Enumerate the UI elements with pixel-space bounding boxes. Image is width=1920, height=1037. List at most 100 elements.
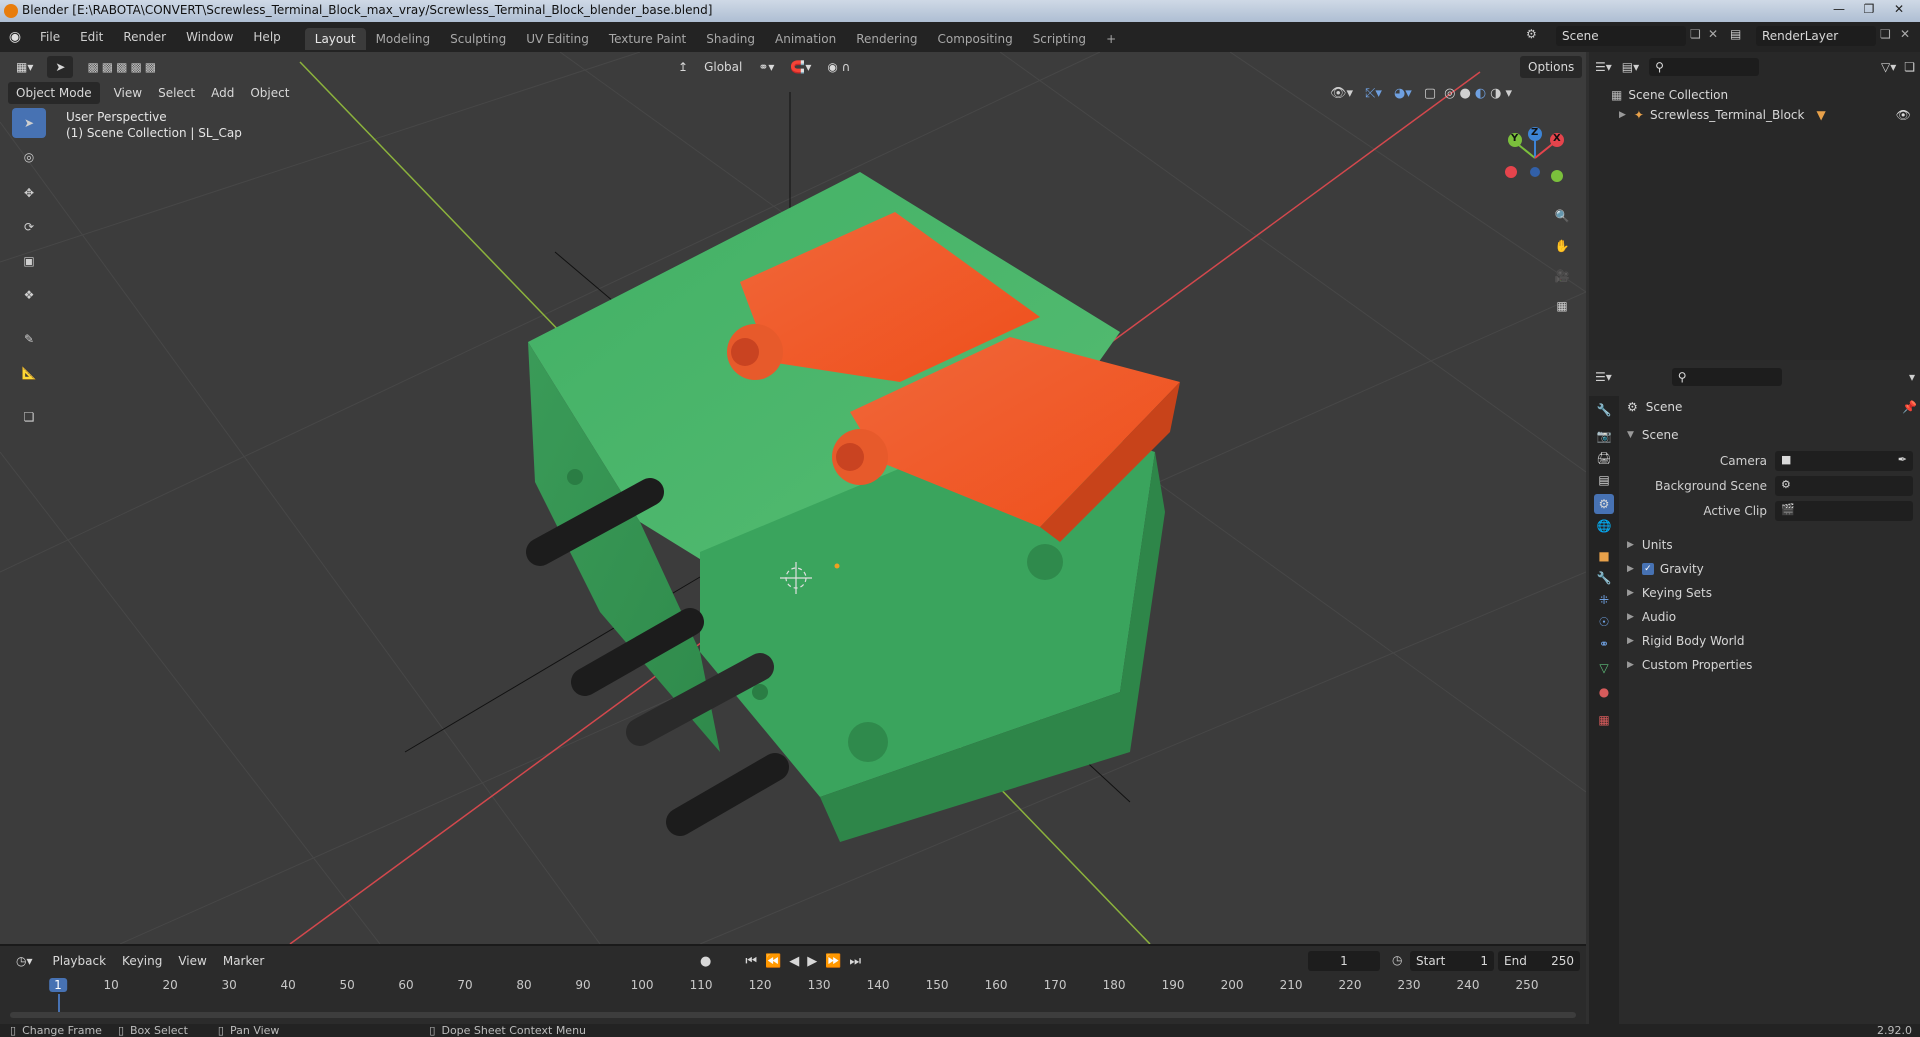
tab-shading[interactable]: Shading — [696, 28, 765, 50]
tab-modeling[interactable]: Modeling — [366, 28, 441, 50]
menu-edit[interactable]: Edit — [70, 24, 113, 50]
material-shading-icon[interactable]: ◐ — [1475, 86, 1486, 101]
tab-layout[interactable]: Layout — [304, 28, 366, 50]
data-tab[interactable]: ▽ — [1594, 658, 1614, 678]
scene-icon[interactable]: ⚙ — [1526, 27, 1537, 41]
tab-compositing[interactable]: Compositing — [927, 28, 1022, 50]
blender-menu-icon[interactable]: ◉ — [0, 29, 30, 45]
pin-icon[interactable]: 📌 — [1902, 400, 1917, 414]
active-clip-field[interactable]: 🎬 — [1775, 501, 1913, 521]
tool-annotate[interactable]: ✎ — [12, 324, 46, 354]
modifiers-tab[interactable]: 🔧 — [1594, 568, 1614, 588]
selection-mode-icons[interactable]: ▩▩▩▩▩ — [79, 56, 167, 78]
menu-window[interactable]: Window — [176, 24, 243, 50]
scene-tab[interactable]: ⚙ — [1594, 494, 1614, 514]
playhead-line[interactable] — [58, 994, 60, 1012]
tab-scripting[interactable]: Scripting — [1023, 28, 1096, 50]
camera-field[interactable]: ■ ✒ — [1775, 451, 1913, 471]
navigation-gizmo[interactable]: Y Z X — [1495, 118, 1575, 198]
rendered-shading-icon[interactable]: ◑ — [1490, 86, 1501, 101]
outliner-editor-type-icon[interactable]: ☰▾ — [1595, 60, 1612, 74]
rigid-body-world-panel-header[interactable]: ▶ Rigid Body World — [1627, 634, 1744, 648]
tool-tab[interactable]: 🔧 — [1594, 400, 1614, 420]
tool-measure[interactable]: 📐 — [12, 358, 46, 388]
menu-object[interactable]: Object — [242, 82, 297, 104]
properties-options-icon[interactable]: ▾ — [1909, 370, 1915, 384]
texture-tab[interactable]: ▦ — [1594, 710, 1614, 730]
timeline-editor[interactable]: ◷▾ Playback Keying View Marker ● ⏮ ⏪ ◀ ▶… — [0, 944, 1586, 1024]
outliner-editor[interactable]: ☰▾ ▤▾ ⚲ ▽▾ ❏ ▦ Scene Collection ▶ ✦ Scre… — [1589, 52, 1920, 360]
properties-editor-type-icon[interactable]: ☰▾ — [1595, 370, 1612, 384]
options-dropdown[interactable]: Options — [1520, 56, 1583, 78]
object-mode-dropdown[interactable]: Object Mode — [8, 82, 100, 104]
properties-search-input[interactable]: ⚲ — [1671, 368, 1782, 386]
render-layer-selector[interactable]: RenderLayer — [1756, 26, 1876, 46]
tool-rotate[interactable]: ⟳ — [12, 212, 46, 242]
filter-icon[interactable]: ▽▾ — [1881, 60, 1896, 74]
physics-tab[interactable]: ☉ — [1594, 612, 1614, 632]
menu-help[interactable]: Help — [243, 24, 290, 50]
solid-shading-icon[interactable]: ● — [1459, 86, 1470, 101]
minimize-button[interactable]: — — [1824, 0, 1854, 18]
new-render-layer-icon[interactable]: ❏ — [1880, 27, 1891, 41]
menu-render[interactable]: Render — [113, 24, 176, 50]
3d-viewport[interactable]: ▦▾ ➤ ▩▩▩▩▩ ↥ Global ⚭▾ 🧲▾ ◉ ∩ Options Ob… — [0, 52, 1586, 944]
gravity-checkbox[interactable]: ✓ — [1641, 563, 1654, 575]
frame-ruler[interactable]: 1 10 20 30 40 50 60 70 80 90 100 110 120 130 140 150 160… — [0, 946, 1586, 1018]
tool-select-box[interactable]: ➤ — [12, 108, 46, 138]
outliner-item-scene-collection[interactable]: ▦ Scene Collection — [1611, 86, 1728, 104]
remove-render-layer-icon[interactable]: ✕ — [1900, 27, 1910, 41]
shading-options-icon[interactable]: ▾ — [1506, 86, 1513, 101]
properties-editor[interactable]: ☰▾ ⚲ ▾ 🔧 📷 🖨 ▤ ⚙ 🌐 ■ 🔧 ⁜ ☉ ⚭ ▽ ● ▦ ⚙ Sce… — [1589, 360, 1920, 1024]
maximize-button[interactable]: ❐ — [1854, 0, 1884, 18]
proportional-edit-icon[interactable]: ◉ ∩ — [819, 56, 858, 78]
snap-icon[interactable]: 🧲▾ — [782, 56, 819, 78]
display-mode-icon[interactable]: ▤▾ — [1622, 60, 1639, 74]
audio-panel-header[interactable]: ▶ Audio — [1627, 610, 1676, 624]
object-tab[interactable]: ■ — [1594, 546, 1614, 566]
close-window-button[interactable]: ✕ — [1884, 0, 1914, 18]
gizmo-toggle-icon[interactable]: ⤪▾ — [1365, 86, 1382, 101]
view-layer-tab[interactable]: ▤ — [1594, 470, 1614, 490]
ortho-toggle-button[interactable]: ▦ — [1548, 292, 1576, 320]
scene-panel-header[interactable]: ▼ Scene — [1627, 428, 1679, 442]
modifier-icon[interactable]: ▼ — [1816, 108, 1825, 122]
wireframe-shading-icon[interactable]: ◎ — [1444, 86, 1455, 101]
tool-cursor[interactable]: ◎ — [12, 142, 46, 172]
tool-move[interactable]: ✥ — [12, 178, 46, 208]
new-scene-icon[interactable]: ❏ — [1690, 27, 1701, 41]
menu-select[interactable]: Select — [150, 82, 203, 104]
xray-icon[interactable]: ▢ — [1424, 86, 1436, 101]
camera-view-button[interactable]: 🎥 — [1548, 262, 1576, 290]
scene-selector[interactable]: Scene — [1556, 26, 1686, 46]
background-scene-field[interactable]: ⚙ — [1775, 476, 1913, 496]
tool-scale[interactable]: ▣ — [12, 246, 46, 276]
tab-animation[interactable]: Animation — [765, 28, 846, 50]
material-tab[interactable]: ● — [1594, 682, 1614, 702]
pivot-point-icon[interactable]: ⚭▾ — [750, 56, 782, 78]
current-frame-marker[interactable]: 1 — [49, 978, 67, 992]
outliner-search-input[interactable]: ⚲ — [1649, 58, 1760, 76]
tool-transform[interactable]: ❖ — [12, 280, 46, 310]
units-panel-header[interactable]: ▶ Units — [1627, 538, 1673, 552]
pan-view-button[interactable]: ✋ — [1548, 232, 1576, 260]
keying-sets-panel-header[interactable]: ▶ Keying Sets — [1627, 586, 1712, 600]
tab-texture-paint[interactable]: Texture Paint — [599, 28, 696, 50]
custom-properties-panel-header[interactable]: ▶ Custom Properties — [1627, 658, 1752, 672]
menu-add[interactable]: Add — [203, 82, 242, 104]
render-tab[interactable]: 📷 — [1594, 426, 1614, 446]
overlay-toggle-icon[interactable]: ◕▾ — [1394, 86, 1412, 101]
timeline-scrollbar[interactable] — [10, 1012, 1576, 1018]
eyedropper-icon[interactable]: ✒ — [1898, 453, 1907, 466]
outliner-item-terminal-block[interactable]: ▶ ✦ Screwless_Terminal_Block ▼ 👁 — [1619, 106, 1915, 124]
tab-uv-editing[interactable]: UV Editing — [516, 28, 599, 50]
menu-file[interactable]: File — [30, 24, 70, 50]
output-tab[interactable]: 🖨 — [1594, 448, 1614, 468]
select-tool-icon[interactable]: ➤ — [47, 56, 74, 78]
tab-sculpting[interactable]: Sculpting — [440, 28, 516, 50]
render-layer-icon[interactable]: ▤ — [1730, 27, 1741, 41]
orientation-icon[interactable]: ↥ — [670, 56, 696, 78]
tab-rendering[interactable]: Rendering — [846, 28, 927, 50]
menu-view[interactable]: View — [106, 82, 150, 104]
tool-add-cube[interactable]: ❏ — [12, 402, 46, 432]
